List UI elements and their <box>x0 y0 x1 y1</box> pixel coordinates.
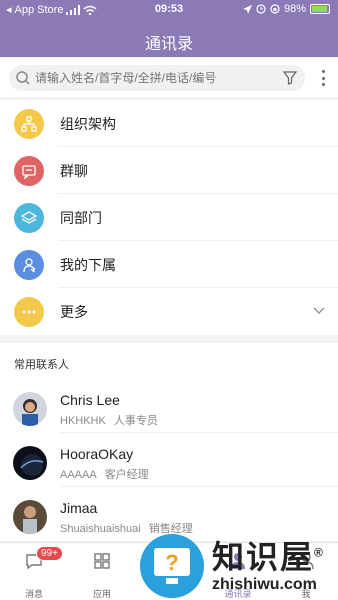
menu-item-label: 同部门 <box>60 209 102 226</box>
search-icon <box>16 71 30 85</box>
search-input[interactable] <box>35 71 275 85</box>
menu-item-subordinates[interactable]: 我的下属 <box>0 241 338 288</box>
watermark: ? 知识屋® zhishiwu.com <box>140 532 338 600</box>
menu-item-label: 我的下属 <box>60 256 116 273</box>
contact-account: AAAAA <box>60 469 97 481</box>
alarm-icon <box>256 4 266 14</box>
avatar <box>13 446 47 480</box>
menu-item-org[interactable]: 组织架构 <box>0 100 338 147</box>
tab-messages[interactable]: 99+ 消息 <box>0 543 68 600</box>
tab-label: 消息 <box>24 589 43 599</box>
shortcut-menu: 组织架构 群聊 同部门 我的下属 更多 <box>0 100 338 335</box>
menu-item-more[interactable]: 更多 <box>0 288 338 335</box>
frequent-contacts-header: 常用联系人 <box>0 343 338 379</box>
chevron-down-icon[interactable] <box>312 304 326 318</box>
status-bar: ◂ App Store 09:53 98% <box>0 0 338 20</box>
avatar <box>13 500 47 534</box>
subordinate-icon <box>14 249 44 280</box>
section-title: 常用联系人 <box>14 359 69 371</box>
search-box[interactable] <box>9 65 305 91</box>
filter-icon[interactable] <box>283 71 297 85</box>
menu-item-label: 组织架构 <box>60 115 116 132</box>
org-chart-icon <box>14 108 44 139</box>
battery-icon <box>310 4 330 14</box>
menu-item-department[interactable]: 同部门 <box>0 194 338 241</box>
contact-details: HKHKHK 人事专员 <box>60 412 158 428</box>
battery-percent: 98% <box>283 3 306 15</box>
watermark-logo-icon: ? <box>140 534 204 598</box>
more-icon <box>14 296 44 327</box>
page-title: 通讯录 <box>144 36 193 53</box>
unread-badge: 99+ <box>36 546 63 561</box>
contact-name: Jimaa <box>60 500 98 516</box>
contact-role: 人事专员 <box>113 415 158 427</box>
more-options-icon[interactable] <box>322 70 326 86</box>
layers-icon <box>14 202 44 233</box>
top-bar: ◂ App Store 09:53 98% 通讯录 <box>0 0 338 57</box>
contact-name: HooraOKay <box>60 446 134 462</box>
contact-role: 客户经理 <box>104 469 149 481</box>
svg-text:?: ? <box>165 550 178 575</box>
menu-item-label: 更多 <box>60 303 88 320</box>
watermark-url: zhishiwu.com <box>212 576 317 593</box>
menu-item-group-chat[interactable]: 群聊 <box>0 147 338 194</box>
search-bar <box>0 58 338 98</box>
watermark-text: 知识屋® <box>212 539 325 575</box>
chat-icon <box>14 155 44 186</box>
menu-item-label: 群聊 <box>60 162 88 179</box>
tab-label: 应用 <box>92 589 111 599</box>
tab-apps[interactable]: 应用 <box>68 543 136 600</box>
avatar <box>13 392 47 426</box>
contact-account: Shuaishuaishuai <box>60 523 141 535</box>
grid-icon <box>94 553 110 569</box>
location-icon <box>242 4 252 14</box>
contact-details: AAAAA 客户经理 <box>60 466 149 482</box>
list-item[interactable]: HooraOKay AAAAA 客户经理 <box>0 433 338 487</box>
contact-account: HKHKHK <box>60 415 106 427</box>
contact-name: Chris Lee <box>60 392 120 408</box>
list-item[interactable]: Chris Lee HKHKHK 人事专员 <box>0 379 338 433</box>
rotation-lock-icon <box>270 4 280 14</box>
contact-list: Chris Lee HKHKHK 人事专员 HooraOKay AAAAA 客户经理… <box>0 379 338 541</box>
